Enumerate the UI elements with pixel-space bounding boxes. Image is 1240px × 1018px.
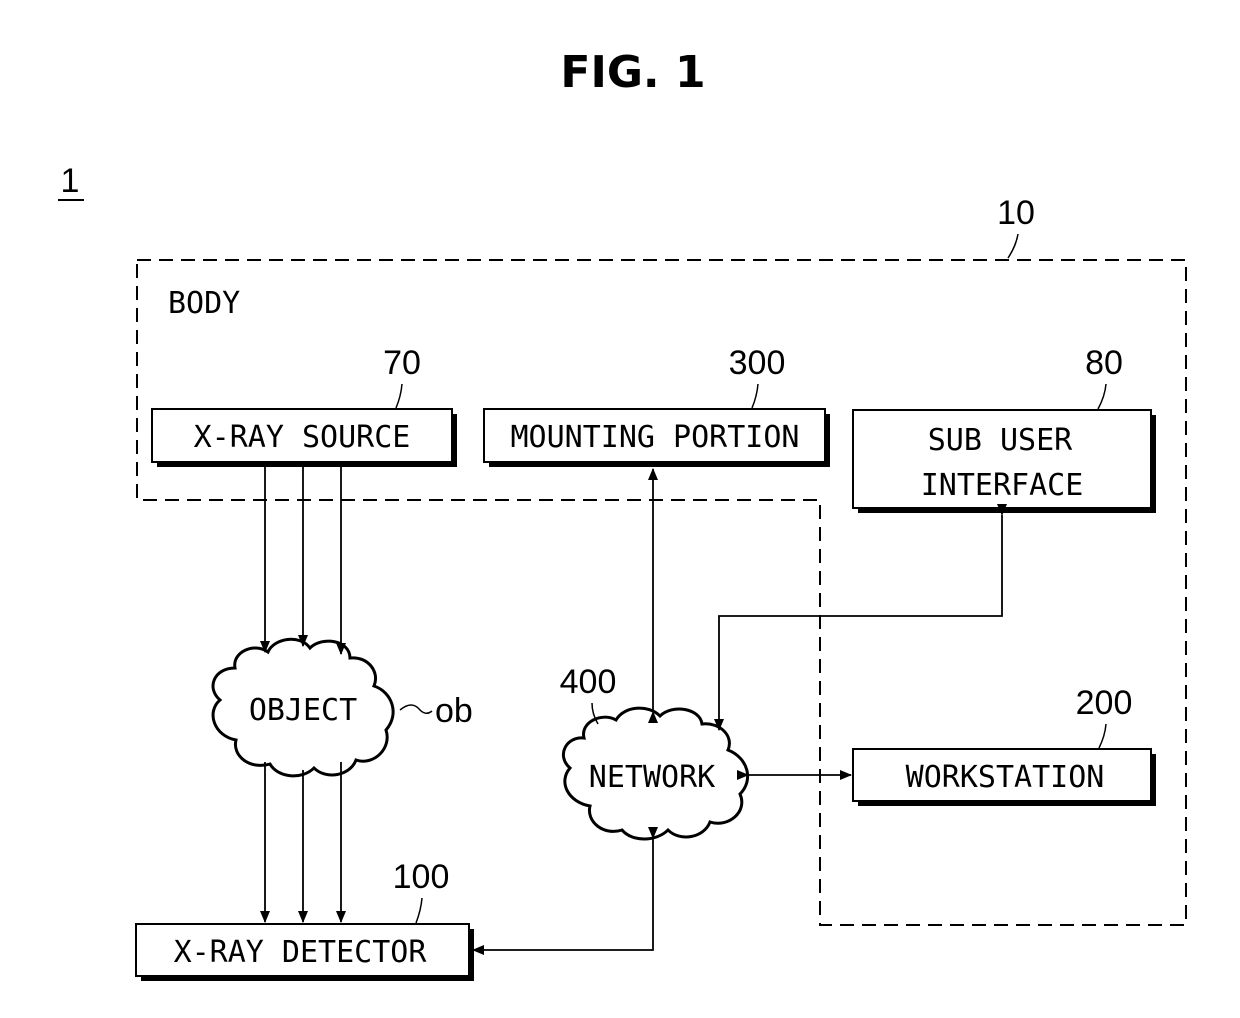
xray-source-block: X-RAY SOURCE <box>151 408 457 467</box>
beams-source-to-object <box>260 467 346 655</box>
subui-network-link <box>714 504 1007 731</box>
body-region-label: BODY <box>168 286 240 321</box>
system-ref-number: 1 <box>61 162 80 200</box>
object-ref: ob <box>435 692 473 730</box>
workstation-label: WORKSTATION <box>906 760 1105 795</box>
xray-source-ref: 70 <box>383 344 421 382</box>
figure-title: FIG. 1 <box>560 47 705 98</box>
object-label: OBJECT <box>249 693 357 728</box>
network-ref: 400 <box>560 663 617 701</box>
network-cloud: NETWORK <box>562 706 750 841</box>
xray-detector-block: X-RAY DETECTOR <box>135 923 474 981</box>
xray-detector-leader <box>415 897 423 924</box>
xray-source-label: X-RAY SOURCE <box>194 420 411 455</box>
xray-detector-label: X-RAY DETECTOR <box>174 935 428 970</box>
mounting-portion-block: MOUNTING PORTION <box>483 408 830 467</box>
sub-user-interface-label-line1: SUB USER <box>928 423 1073 458</box>
workstation-ref: 200 <box>1076 684 1133 722</box>
mounting-portion-label: MOUNTING PORTION <box>511 420 800 455</box>
sub-user-interface-leader <box>1097 383 1107 410</box>
object-leader <box>399 704 433 714</box>
xray-detector-ref: 100 <box>393 858 450 896</box>
block-diagram: FIG. 1 1 BODY 10 X-RAY SOURCE 70 MOUNTIN… <box>58 47 1187 981</box>
beams-object-to-detector <box>260 762 346 923</box>
system-reference: 1 <box>58 162 84 201</box>
sub-user-interface-ref: 80 <box>1085 344 1123 382</box>
mounting-portion-leader <box>751 383 759 409</box>
body-region-ref: 10 <box>997 194 1035 232</box>
mounting-portion-ref: 300 <box>729 344 786 382</box>
sub-user-interface-label-line2: INTERFACE <box>921 468 1084 503</box>
network-label: NETWORK <box>589 760 715 795</box>
sub-user-interface-block: SUB USER INTERFACE <box>852 409 1156 513</box>
object-cloud: OBJECT <box>211 637 395 778</box>
workstation-leader <box>1098 723 1107 749</box>
workstation-block: WORKSTATION <box>852 748 1156 806</box>
xray-source-leader <box>395 383 403 409</box>
body-region-leader <box>1007 233 1019 259</box>
network-detector-link <box>472 827 658 955</box>
